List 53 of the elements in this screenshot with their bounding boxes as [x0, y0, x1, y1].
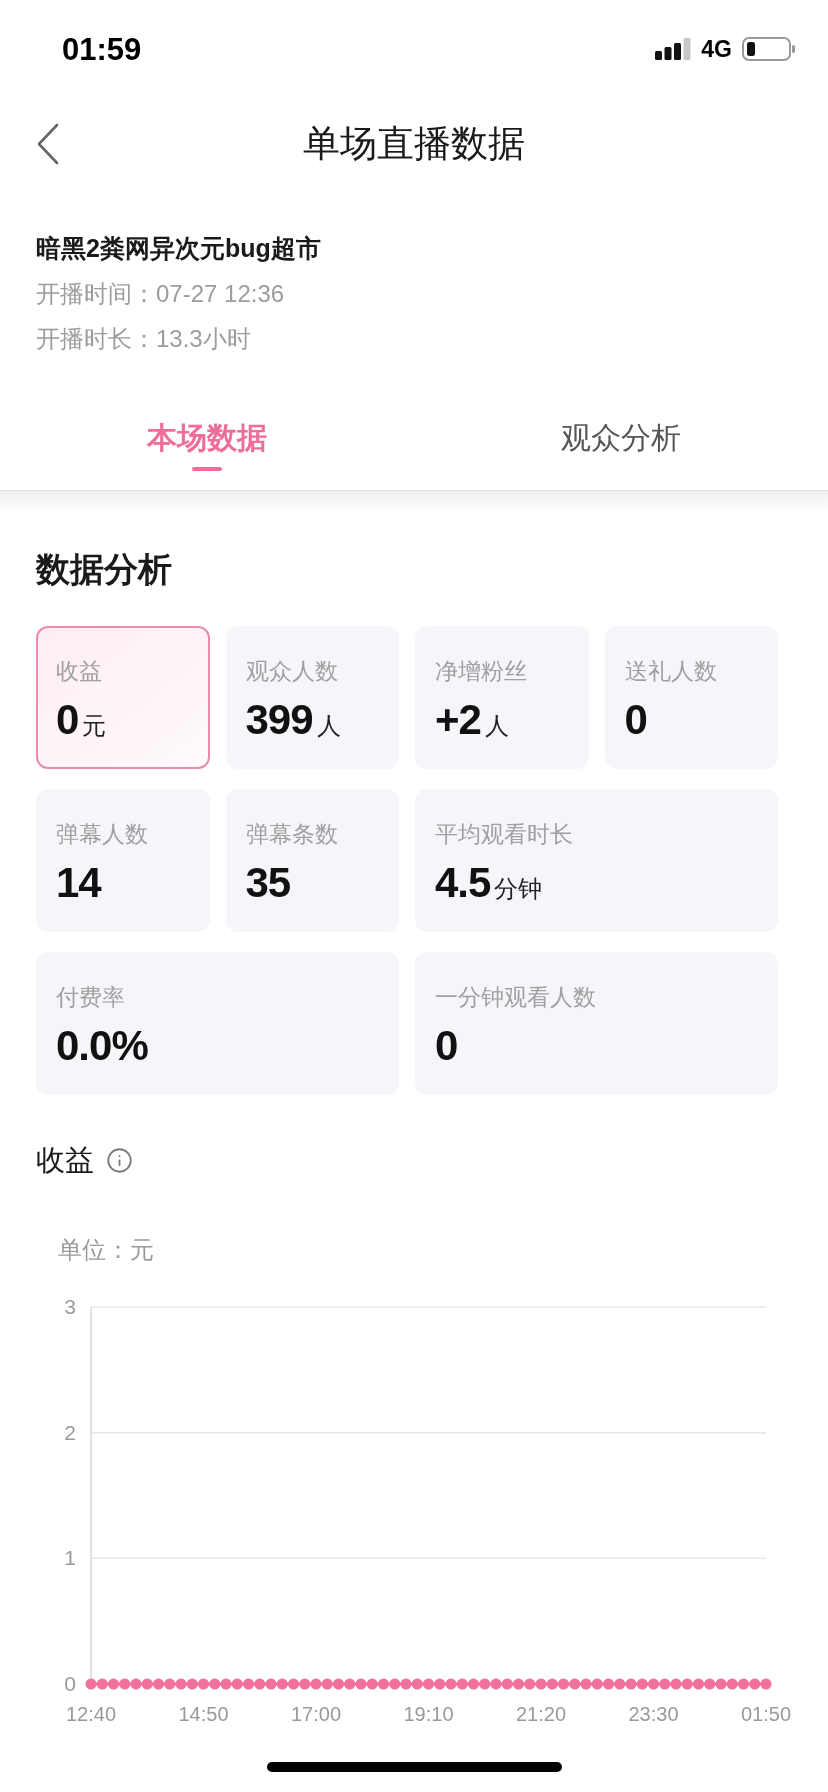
metric-label: 付费率	[56, 983, 125, 1012]
metric-value: 0 元	[56, 695, 107, 745]
metric-card[interactable]: 观众人数 399 人	[225, 626, 399, 769]
x-tick-label: 01:50	[740, 1703, 792, 1725]
x-tick-label: 19:10	[403, 1703, 454, 1725]
metric-value: 14	[56, 858, 101, 908]
metric-card[interactable]: 弹幕条数 35	[225, 789, 399, 932]
tab-underline	[192, 467, 222, 471]
chart-title: 收益	[36, 1143, 94, 1178]
metric-value: 399 人	[245, 695, 341, 745]
y-tick-label: 2	[64, 1420, 76, 1444]
metric-label: 平均观看时长	[435, 820, 573, 849]
x-tick-label: 14:50	[178, 1703, 229, 1725]
metric-label: 收益	[56, 657, 102, 686]
x-tick-label: 17:00	[290, 1703, 342, 1725]
x-tick-label: 23:30	[628, 1703, 679, 1725]
stream-detail: 开播时间：07-27 12:36	[36, 279, 285, 309]
metric-card[interactable]: 净增粉丝 +2人	[415, 626, 589, 769]
tab[interactable]: 观众分析	[414, 398, 828, 490]
metric-card[interactable]: 平均观看时长 4.5分钟	[415, 789, 778, 932]
metric-value: 35	[245, 858, 291, 908]
metric-value: 0	[435, 1021, 458, 1071]
metric-value: 0	[624, 695, 647, 745]
metric-label: 弹幕条数	[245, 820, 338, 849]
chevron-left-icon	[36, 123, 60, 165]
metric-value: 0.0%	[56, 1021, 148, 1071]
info-icon[interactable]	[106, 1146, 133, 1174]
y-tick-label: 0	[64, 1672, 76, 1695]
stream-detail: 开播时长：13.3小时	[36, 324, 251, 354]
metric-label: 一分钟观看人数	[435, 983, 596, 1012]
metric-value: 4.5分钟	[435, 858, 543, 908]
metric-label: 净增粉丝	[435, 657, 527, 686]
y-tick-label: 3	[64, 1295, 76, 1318]
page-title: 单场直播数据	[303, 122, 525, 166]
metric-card[interactable]: 付费率 0.0%	[36, 952, 399, 1095]
metric-card[interactable]: 一分钟观看人数 0	[415, 952, 778, 1095]
metric-card[interactable]: 弹幕人数 14	[36, 789, 210, 932]
y-tick-label: 1	[64, 1546, 76, 1570]
battery-icon	[742, 37, 795, 61]
chart-unit-label: 单位：元	[58, 1235, 154, 1265]
metric-label: 弹幕人数	[56, 820, 148, 849]
x-tick-label: 12:40	[65, 1703, 117, 1725]
stream-name: 暗黑2粪网异次元bug超市	[36, 233, 321, 264]
x-tick-label: 21:20	[515, 1703, 567, 1725]
metric-card[interactable]: 送礼人数 0	[604, 626, 778, 769]
metric-label: 观众人数	[245, 657, 338, 686]
metric-card[interactable]: 收益 0 元	[36, 626, 210, 769]
network-label: 4G	[701, 37, 732, 61]
signal-icon	[655, 38, 692, 60]
status-time: 01:59	[62, 33, 142, 65]
section-title: 数据分析	[36, 549, 172, 590]
metric-value: +2人	[435, 695, 509, 745]
metric-label: 送礼人数	[624, 657, 717, 686]
